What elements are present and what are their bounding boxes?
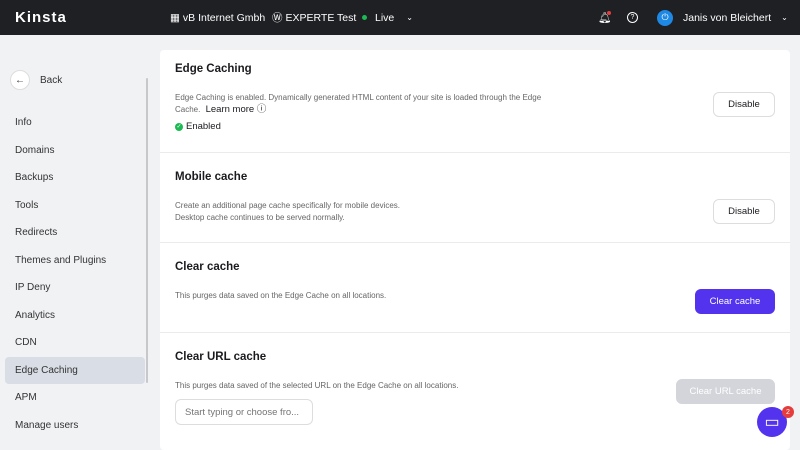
site-selector[interactable]: Ⓦ EXPERTE Test xyxy=(272,0,356,35)
wordpress-icon: Ⓦ xyxy=(272,12,283,24)
company-selector[interactable]: ▦ vB Internet Gmbh xyxy=(170,0,265,35)
sidebar-item-domains[interactable]: Domains xyxy=(5,137,145,165)
sidebar-item-manage-users[interactable]: Manage users xyxy=(5,412,145,440)
learn-more-link[interactable]: Learn more ⓘ xyxy=(206,104,267,115)
building-icon: ▦ xyxy=(170,11,180,24)
chat-icon: ▭ xyxy=(764,414,780,431)
section-description: This purges data saved of the selected U… xyxy=(175,381,459,390)
help-circle-icon: ⓘ xyxy=(256,104,267,115)
clear-url-cache-button[interactable]: Clear URL cache xyxy=(676,379,775,404)
sidebar-item-analytics[interactable]: Analytics xyxy=(5,302,145,330)
url-input[interactable] xyxy=(175,399,313,425)
notification-dot xyxy=(607,11,611,15)
help-icon[interactable]: ? xyxy=(627,0,638,35)
back-button[interactable]: ← Back xyxy=(10,70,62,90)
live-status-icon xyxy=(362,15,367,20)
sidebar-item-tools[interactable]: Tools xyxy=(5,192,145,220)
chevron-down-icon: ⌄ xyxy=(781,13,788,22)
section-title: Clear URL cache xyxy=(175,351,267,363)
check-circle-icon: ✓ xyxy=(175,122,183,131)
edge-caching-section: Edge Caching Edge Caching is enabled. Dy… xyxy=(160,50,790,153)
bell-icon[interactable]: 🔔︎ xyxy=(598,0,611,35)
top-bar: Kinsta ▦ vB Internet Gmbh Ⓦ EXPERTE Test L… xyxy=(0,0,800,35)
sidebar-item-ip-deny[interactable]: IP Deny xyxy=(5,274,145,302)
kinsta-logo[interactable]: Kinsta xyxy=(15,0,67,35)
user-menu[interactable]: ⏻ Janis von Bleichert ⌄ xyxy=(657,0,788,35)
main-panel: Edge Caching Edge Caching is enabled. Dy… xyxy=(160,50,790,450)
clear-url-cache-section: Clear URL cache This purges data saved o… xyxy=(160,333,790,450)
sidebar-item-info[interactable]: Info xyxy=(5,109,145,137)
environment-selector[interactable]: Live ⌄ xyxy=(362,0,413,35)
sidebar-item-redirects[interactable]: Redirects xyxy=(5,219,145,247)
sidebar-item-backups[interactable]: Backups xyxy=(5,164,145,192)
disable-mobile-cache-button[interactable]: Disable xyxy=(713,199,775,224)
status-badge: ✓ Enabled xyxy=(175,121,221,132)
disable-edge-caching-button[interactable]: Disable xyxy=(713,92,775,117)
section-title: Mobile cache xyxy=(175,171,248,183)
sidebar-item-themes-plugins[interactable]: Themes and Plugins xyxy=(5,247,145,275)
avatar: ⏻ xyxy=(657,9,673,26)
sidebar-scrollbar[interactable] xyxy=(146,78,148,383)
section-description: Edge Caching is enabled. Dynamically gen… xyxy=(175,93,542,115)
arrow-left-icon: ← xyxy=(10,70,30,90)
section-title: Clear cache xyxy=(175,261,240,273)
sidebar-nav: Info Domains Backups Tools Redirects The… xyxy=(5,109,145,439)
sidebar-item-edge-caching[interactable]: Edge Caching xyxy=(5,356,145,384)
clear-cache-section: Clear cache This purges data saved on th… xyxy=(160,243,790,333)
chevron-down-icon: ⌄ xyxy=(406,13,413,22)
section-description: This purges data saved on the Edge Cache… xyxy=(175,291,387,300)
chat-badge: 2 xyxy=(782,406,794,418)
section-description: Create an additional page cache specific… xyxy=(175,201,401,222)
sidebar-item-apm[interactable]: APM xyxy=(5,384,145,412)
section-title: Edge Caching xyxy=(175,63,252,75)
mobile-cache-section: Mobile cache Create an additional page c… xyxy=(160,153,790,243)
sidebar-item-cdn[interactable]: CDN xyxy=(5,329,145,357)
clear-cache-button[interactable]: Clear cache xyxy=(695,289,775,314)
